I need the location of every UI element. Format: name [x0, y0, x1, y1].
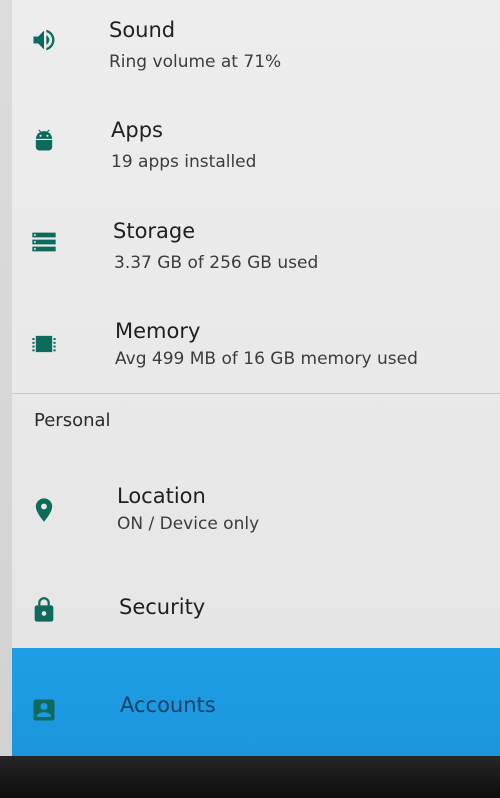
setting-title: Memory	[115, 319, 201, 343]
setting-title: Apps	[111, 118, 163, 142]
lock-icon	[26, 592, 62, 628]
section-header-personal: Personal	[34, 410, 111, 431]
setting-title: Location	[117, 484, 206, 508]
device-bezel	[0, 756, 500, 798]
setting-title: Storage	[113, 219, 196, 243]
setting-item-location[interactable]: Location ON / Device only	[12, 450, 500, 562]
setting-item-accounts[interactable]: Accounts	[12, 648, 500, 758]
setting-item-apps[interactable]: Apps 19 apps installed	[12, 95, 500, 195]
left-edge-strip	[0, 0, 12, 760]
setting-item-security[interactable]: Security	[12, 562, 500, 648]
setting-summary: 3.37 GB of 256 GB used	[114, 253, 319, 273]
memory-chip-icon	[26, 326, 62, 362]
setting-summary: 19 apps installed	[111, 152, 257, 172]
setting-title: Sound	[109, 18, 176, 42]
setting-title: Accounts	[120, 693, 216, 717]
location-pin-icon	[26, 492, 62, 528]
setting-summary: ON / Device only	[117, 514, 260, 534]
storage-icon	[26, 224, 62, 260]
setting-item-storage[interactable]: Storage 3.37 GB of 256 GB used	[12, 195, 500, 295]
section-divider	[12, 393, 500, 394]
account-icon	[26, 692, 62, 728]
setting-item-memory[interactable]: Memory Avg 499 MB of 16 GB memory used	[12, 295, 500, 393]
setting-title: Security	[119, 595, 206, 619]
setting-item-sound[interactable]: Sound Ring volume at 71%	[12, 0, 500, 95]
setting-summary: Ring volume at 71%	[109, 52, 282, 72]
android-icon	[26, 122, 62, 158]
settings-screen: Sound Ring volume at 71% Apps 19 apps in…	[0, 0, 500, 760]
setting-summary: Avg 499 MB of 16 GB memory used	[115, 349, 418, 369]
volume-icon	[26, 22, 62, 58]
